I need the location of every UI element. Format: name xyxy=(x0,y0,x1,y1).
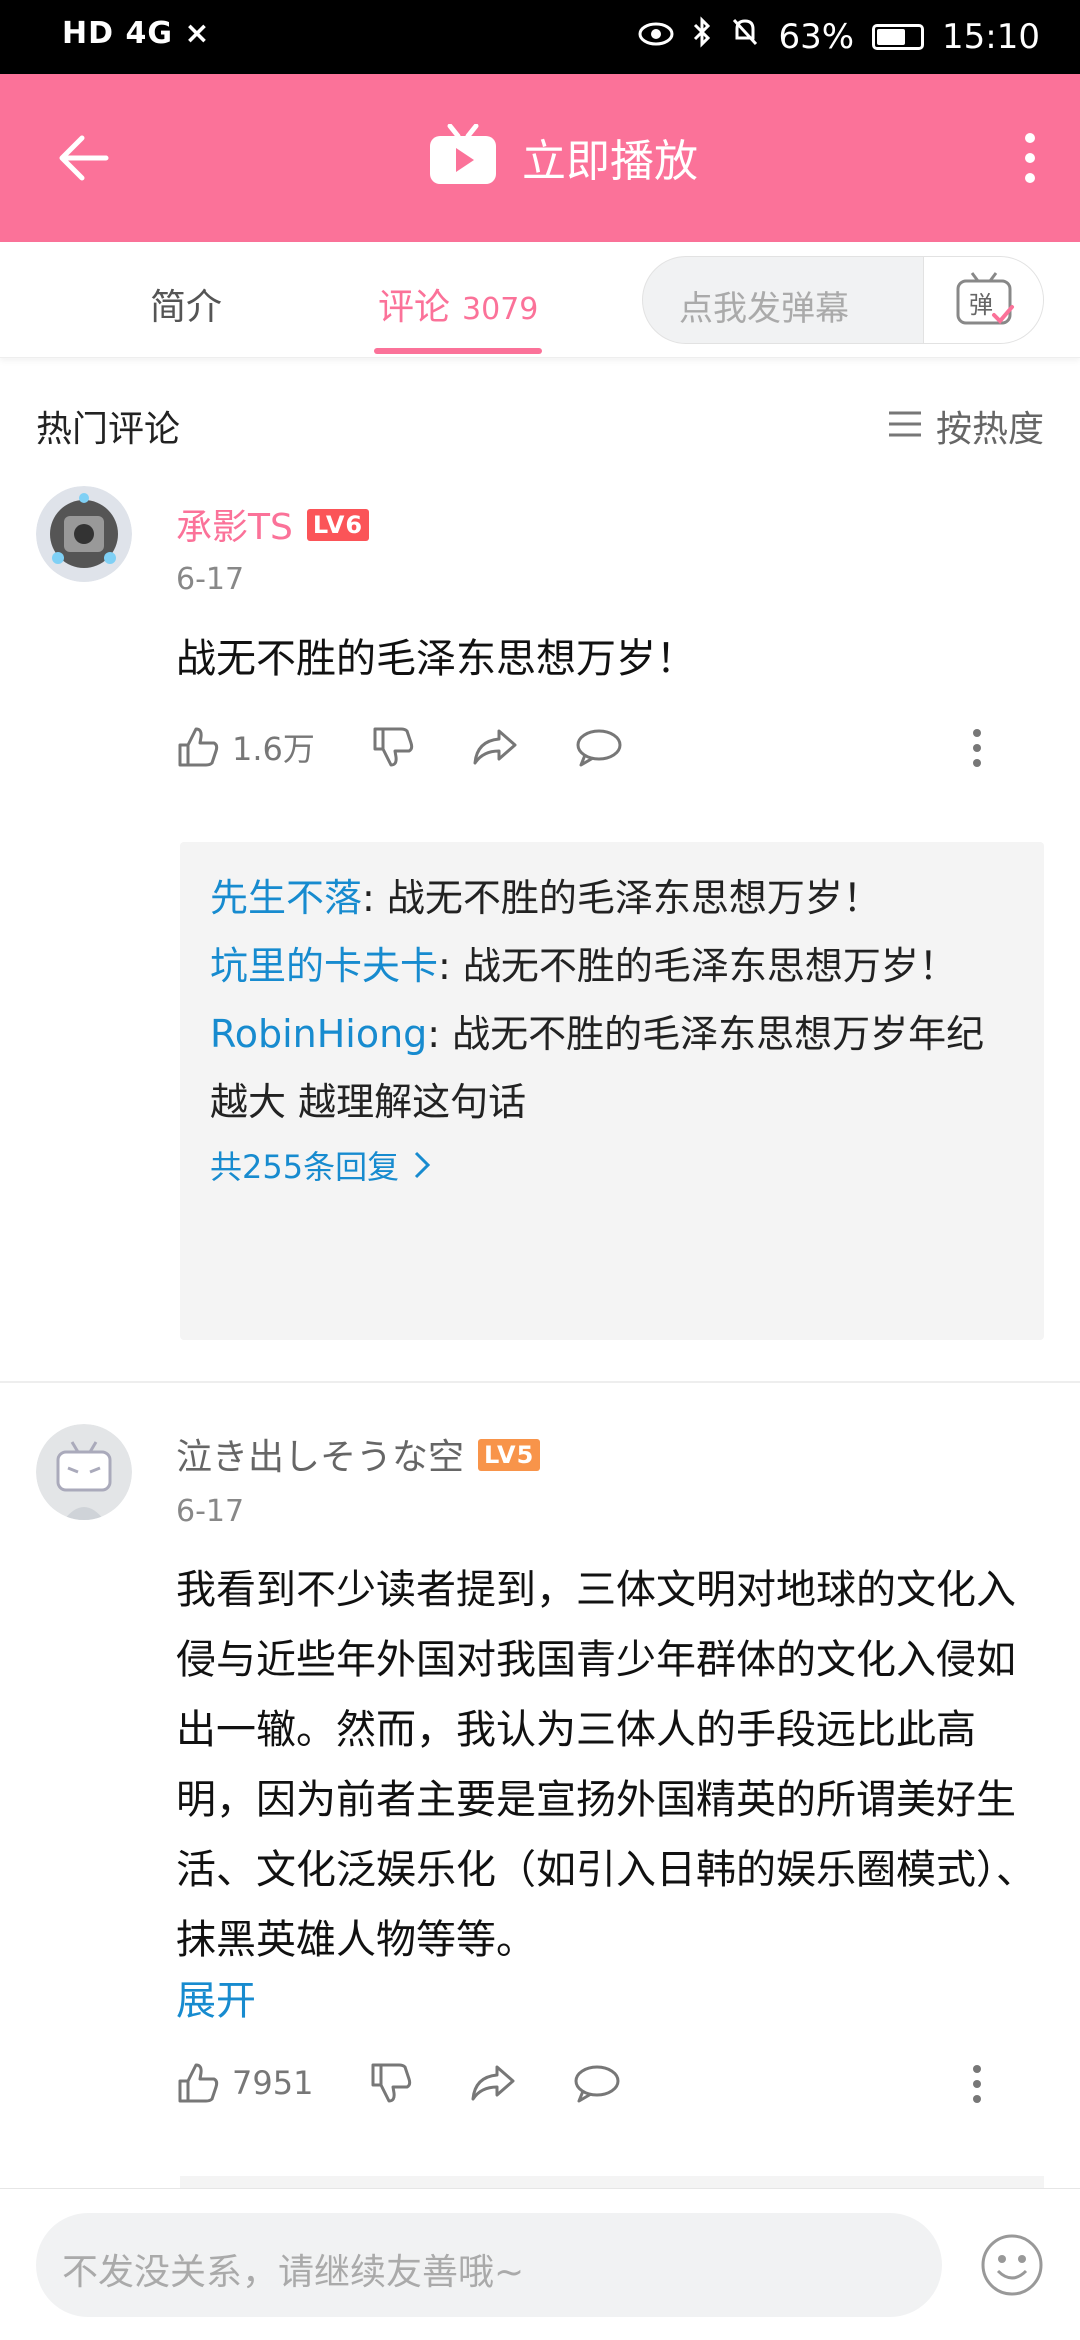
clock: 15:10 xyxy=(942,16,1040,57)
like-count: 1.6万 xyxy=(232,730,315,768)
avatar[interactable] xyxy=(36,486,132,582)
mute-bell-icon xyxy=(730,16,760,57)
top-bar: 立即播放 xyxy=(0,74,1080,242)
avatar[interactable] xyxy=(36,1424,132,1520)
hot-comments-title: 热门评论 xyxy=(36,409,181,450)
list-icon xyxy=(888,406,922,447)
emoji-icon[interactable] xyxy=(980,2233,1044,2297)
reply-username[interactable]: 坑里的卡夫卡 xyxy=(210,944,438,988)
comment-text: 战无不胜的毛泽东思想万岁！ xyxy=(176,636,696,682)
page-title: 立即播放 xyxy=(522,136,698,187)
share-icon xyxy=(473,729,517,765)
dislike-button[interactable] xyxy=(371,725,415,769)
danmaku-btn-text: 弹 xyxy=(969,291,993,319)
danmaku-placeholder: 点我发弹幕 xyxy=(679,289,849,329)
eye-icon xyxy=(638,17,674,57)
replies-box[interactable]: 先生不落: 战无不胜的毛泽东思想万岁！ 坑里的卡夫卡: 战无不胜的毛泽东思想万岁… xyxy=(180,842,1044,1340)
danmaku-input[interactable]: 点我发弹幕 弹 xyxy=(642,256,1044,344)
thumbs-down-icon xyxy=(373,727,414,767)
status-right: 63% 15:10 xyxy=(638,16,1040,57)
comment-date: 6-17 xyxy=(176,562,245,597)
reply-button[interactable] xyxy=(573,2063,621,2103)
network-indicators: HD 4G × xyxy=(62,16,211,51)
more-vertical-icon[interactable] xyxy=(1022,130,1038,186)
comment-username[interactable]: 泣き出しそうな空 LV5 xyxy=(176,1428,541,1480)
view-all-replies-link[interactable]: 共255条回复 xyxy=(210,1142,1014,1188)
reply-item[interactable]: 先生不落: 战无不胜的毛泽东思想万岁！ xyxy=(210,864,1014,932)
thumbs-down-icon xyxy=(371,2063,412,2103)
status-bar: HD 4G × 63% 15:10 xyxy=(0,0,1080,74)
comments-count: 3079 xyxy=(462,292,539,327)
reply-username[interactable]: 先生不落 xyxy=(210,876,362,920)
comment-actions: 7951 xyxy=(176,2058,1026,2108)
back-arrow-icon[interactable] xyxy=(56,130,112,186)
comment-input-placeholder: 不发没关系，请继续友善哦~ xyxy=(62,2252,525,2293)
share-button[interactable] xyxy=(471,727,519,767)
danmaku-button[interactable]: 弹 xyxy=(923,257,1043,343)
share-icon xyxy=(471,2065,515,2101)
comment-more-icon[interactable] xyxy=(972,2064,982,2104)
like-button[interactable]: 1.6万 xyxy=(176,724,315,770)
comment-more-icon[interactable] xyxy=(972,728,982,768)
comment-bubble-icon xyxy=(574,2065,620,2103)
tab-comments[interactable]: 评论 3079 xyxy=(378,278,538,330)
level-badge: LV5 xyxy=(478,1439,541,1471)
comment-username[interactable]: 承影TS LV6 xyxy=(176,498,370,550)
thumbs-up-icon xyxy=(178,2063,219,2103)
battery-icon xyxy=(872,23,925,50)
sort-label: 按热度 xyxy=(935,409,1044,450)
dislike-button[interactable] xyxy=(369,2061,413,2105)
comment-actions: 1.6万 xyxy=(176,722,1026,772)
bottom-bar: 不发没关系，请继续友善哦~ xyxy=(0,2188,1080,2340)
tab-intro[interactable]: 简介 xyxy=(150,278,222,330)
danmaku-tv-icon: 弹 xyxy=(956,272,1014,325)
comment-bubble-icon xyxy=(576,729,622,767)
tab-comments-label: 评论 xyxy=(378,287,451,328)
sort-button[interactable]: 按热度 xyxy=(888,400,1044,452)
reply-username[interactable]: RobinHiong xyxy=(210,1012,427,1056)
reply-item[interactable]: 坑里的卡夫卡: 战无不胜的毛泽东思想万岁！ xyxy=(210,932,1014,1000)
username-text: 泣き出しそうな空 xyxy=(176,1437,465,1478)
chevron-right-icon xyxy=(415,1151,431,1179)
thumbs-up-icon xyxy=(178,727,219,767)
comment-divider xyxy=(0,1381,1080,1383)
username-text: 承影TS xyxy=(176,507,293,548)
level-badge: LV6 xyxy=(306,509,370,541)
tv-play-icon xyxy=(428,123,498,190)
comment-date: 6-17 xyxy=(176,1494,245,1529)
tab-indicator xyxy=(374,348,542,354)
tab-bar: 简介 评论 3079 点我发弹幕 弹 xyxy=(0,242,1080,358)
reply-button[interactable] xyxy=(575,727,623,767)
battery-percent: 63% xyxy=(778,16,855,57)
like-count: 7951 xyxy=(232,2064,314,2102)
comment-input[interactable]: 不发没关系，请继续友善哦~ xyxy=(36,2213,942,2317)
comment-text: 我看到不少读者提到，三体文明对地球的文化入侵与近些年外国对我国青少年群体的文化入… xyxy=(176,1567,1036,1963)
like-button[interactable]: 7951 xyxy=(176,2061,313,2105)
expand-link[interactable]: 展开 xyxy=(176,1968,256,2026)
reply-text: : 战无不胜的毛泽东思想万岁！ xyxy=(362,876,881,920)
reply-item[interactable]: RobinHiong: 战无不胜的毛泽东思想万岁年纪越大 越理解这句话 xyxy=(210,1000,1014,1136)
play-now-button[interactable]: 立即播放 xyxy=(428,123,698,190)
bluetooth-icon xyxy=(692,16,712,57)
reply-text: : 战无不胜的毛泽东思想万岁！ xyxy=(438,944,957,988)
more-replies-label: 共255条回复 xyxy=(210,1148,400,1186)
share-button[interactable] xyxy=(469,2063,517,2103)
